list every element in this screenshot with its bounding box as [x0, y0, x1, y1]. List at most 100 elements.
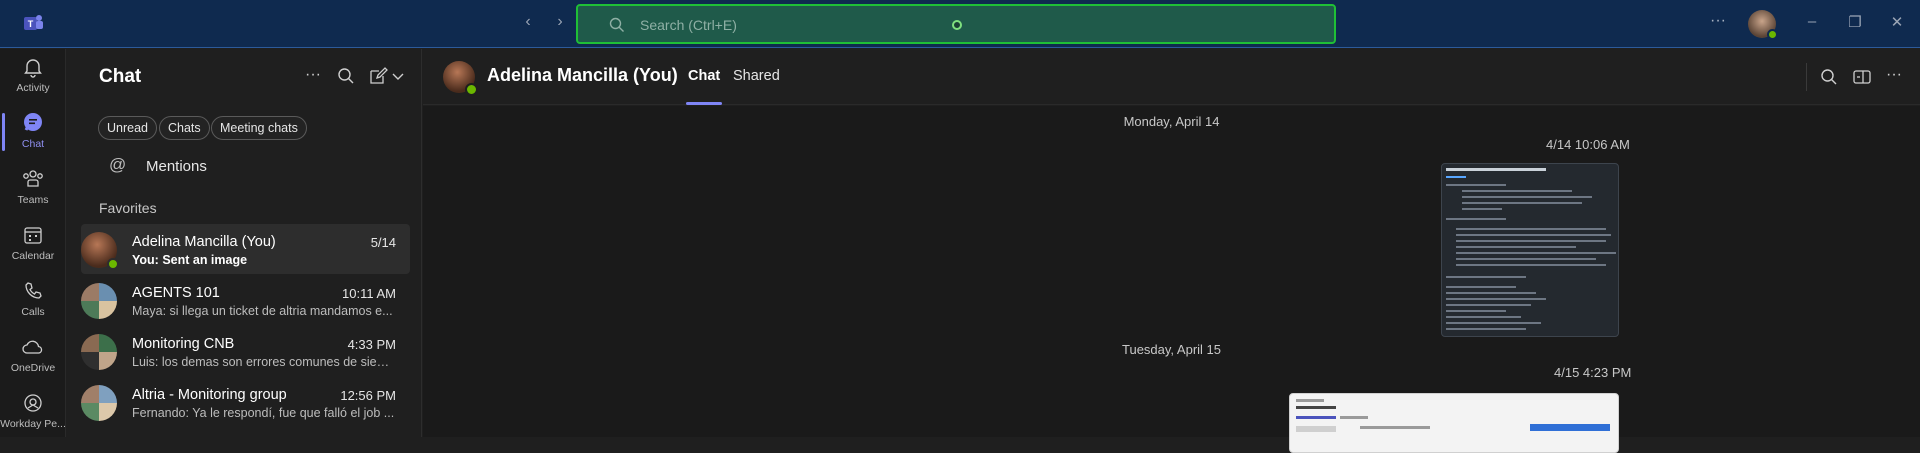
conversation-pane: Adelina Mancilla (You) Chat Shared ··· M…	[423, 49, 1920, 453]
conversation-header: Adelina Mancilla (You) Chat Shared ···	[423, 49, 1920, 105]
image-content-line	[1446, 328, 1526, 330]
chat-list-pane: Chat ··· Unread Chats Meeting chats @ Me…	[67, 49, 422, 437]
image-content-line	[1296, 426, 1336, 432]
chat-preview: You: Sent an image	[132, 253, 248, 267]
teams-icon	[23, 170, 43, 187]
chat-name: Adelina Mancilla (You)	[132, 234, 276, 250]
image-content-line	[1446, 168, 1546, 171]
more-options-icon[interactable]: ···	[303, 66, 323, 86]
svg-text:T: T	[28, 19, 34, 29]
chat-time: 4:33 PM	[347, 337, 396, 352]
back-icon[interactable]: ‹	[518, 13, 538, 31]
image-content-line	[1296, 399, 1324, 402]
chat-preview: Maya: si llega un ticket de altria manda…	[132, 304, 393, 318]
search-input[interactable]	[640, 14, 1240, 36]
rail-item-chat[interactable]: Chat	[0, 107, 66, 163]
filter-chats[interactable]: Chats	[159, 116, 210, 140]
tab-chat[interactable]: Chat	[685, 68, 723, 105]
presence-available-icon	[1767, 29, 1778, 40]
workday-icon	[24, 394, 42, 412]
title-bar: T ‹ › ··· – ❐ ✕	[0, 0, 1920, 48]
image-content-line	[1446, 286, 1516, 288]
chat-icon	[24, 113, 42, 131]
chat-preview: Fernando: Ya le respondí, fue que falló …	[132, 406, 395, 420]
profile-avatar[interactable]	[1748, 10, 1778, 40]
rail-item-calendar[interactable]: Calendar	[0, 219, 66, 275]
chat-item-monitoring-cnb[interactable]: Monitoring CNB 4:33 PM Luis: los demas s…	[81, 326, 410, 376]
popout-icon[interactable]	[1851, 66, 1873, 88]
rail-label: Activity	[16, 82, 50, 94]
image-content-line	[1446, 184, 1506, 186]
image-content-line	[1462, 196, 1592, 198]
image-content-line	[1530, 424, 1610, 431]
image-content-line	[1456, 228, 1606, 230]
rail-item-activity[interactable]: Activity	[0, 51, 66, 107]
group-avatar	[81, 334, 117, 370]
rail-item-calls[interactable]: Calls	[0, 275, 66, 331]
image-attachment[interactable]	[1289, 393, 1619, 453]
image-content-line	[1456, 240, 1606, 242]
conversation-title: Adelina Mancilla (You)	[487, 65, 678, 85]
calendar-icon	[24, 227, 42, 244]
chat-item-agents-101[interactable]: AGENTS 101 10:11 AM Maya: si llega un ti…	[81, 275, 410, 325]
teams-logo-icon: T	[24, 15, 43, 30]
more-options-icon[interactable]: ···	[1883, 66, 1905, 88]
image-attachment[interactable]	[1441, 163, 1619, 337]
close-icon[interactable]: ✕	[1886, 13, 1908, 35]
new-chat-icon[interactable]	[368, 66, 388, 86]
message-list[interactable]: Monday, April 14 4/14 10:06 AM Tuesday, …	[423, 106, 1920, 453]
image-content-line	[1462, 208, 1502, 210]
chat-name: Altria - Monitoring group	[132, 387, 287, 403]
bell-icon	[24, 59, 42, 78]
image-content-line	[1446, 292, 1536, 294]
chat-time: 10:11 AM	[342, 286, 396, 301]
favorites-header[interactable]: Favorites	[99, 200, 157, 216]
forward-icon[interactable]: ›	[550, 13, 570, 31]
date-divider: Monday, April 14	[1123, 114, 1220, 129]
rail-label: Teams	[17, 194, 49, 206]
image-content-line	[1462, 190, 1572, 192]
rail-item-onedrive[interactable]: OneDrive	[0, 331, 66, 387]
chat-list-title: Chat	[99, 66, 142, 87]
chat-item-altria-monitoring[interactable]: Altria - Monitoring group 12:56 PM Ferna…	[81, 377, 410, 427]
chat-name: AGENTS 101	[132, 285, 220, 301]
phone-icon	[25, 282, 42, 299]
tab-shared[interactable]: Shared	[733, 68, 780, 105]
image-content-line	[1296, 416, 1336, 419]
filter-meeting-chats[interactable]: Meeting chats	[211, 116, 307, 140]
image-content-line	[1456, 264, 1606, 266]
image-content-line	[1446, 298, 1546, 300]
image-content-line	[1456, 258, 1596, 260]
rail-label: Workday Pe...	[0, 418, 66, 430]
cursor-marker-icon	[952, 20, 962, 30]
search-icon[interactable]	[336, 66, 356, 86]
mentions-item[interactable]: @ Mentions	[67, 149, 422, 183]
chat-preview: Luis: los demas son errores comunes de s…	[132, 355, 396, 369]
rail-item-workday[interactable]: Workday Pe...	[0, 387, 66, 443]
chat-time: 12:56 PM	[340, 388, 396, 403]
maximize-icon[interactable]: ❐	[1844, 13, 1866, 35]
rail-label: Calls	[21, 306, 45, 318]
image-content-line	[1446, 276, 1526, 278]
image-content-line	[1360, 426, 1430, 429]
chat-item-adelina[interactable]: Adelina Mancilla (You) 5/14 You: Sent an…	[81, 224, 410, 274]
more-options-button[interactable]: ···	[1710, 12, 1726, 30]
search-icon[interactable]	[1818, 66, 1840, 88]
cloud-icon	[22, 340, 43, 354]
avatar	[81, 232, 119, 270]
rail-item-teams[interactable]: Teams	[0, 163, 66, 219]
filter-unread[interactable]: Unread	[98, 116, 157, 140]
presence-available-icon	[107, 258, 119, 270]
avatar[interactable]	[443, 61, 478, 96]
rail-label: Calendar	[11, 250, 55, 262]
group-avatar	[81, 283, 117, 319]
chevron-down-icon[interactable]	[388, 66, 408, 86]
image-content-line	[1340, 416, 1368, 419]
search-icon	[609, 17, 624, 32]
rail-label: OneDrive	[10, 362, 56, 374]
minimize-icon[interactable]: –	[1801, 13, 1823, 35]
at-icon: @	[109, 155, 127, 174]
image-content-line	[1446, 310, 1506, 312]
presence-available-icon	[465, 83, 478, 96]
search-bar[interactable]	[576, 4, 1336, 44]
